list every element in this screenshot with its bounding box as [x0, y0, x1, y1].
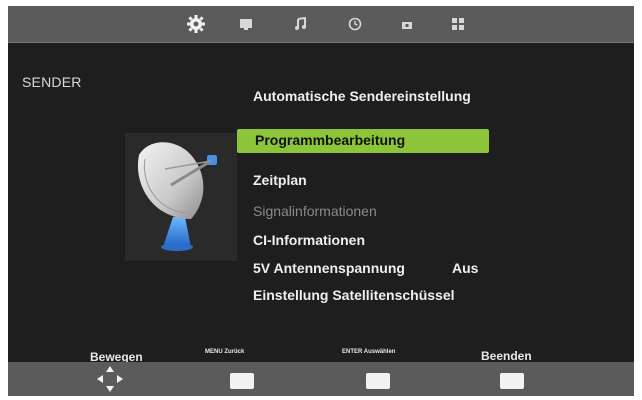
menu-item-schedule[interactable]: Zeitplan — [253, 172, 307, 188]
menu-item-dish-setup[interactable]: Einstellung Satellitenschüssel — [253, 287, 455, 303]
menu-button[interactable] — [230, 373, 254, 389]
clock-icon[interactable] — [345, 14, 365, 34]
tv-menu-screen: SENDER Automatische Sendereinstellung Pr… — [8, 6, 634, 396]
dpad-arrows-icon — [95, 364, 125, 394]
footer-bar — [8, 362, 634, 396]
grid-icon[interactable] — [448, 14, 468, 34]
menu-item-antenna-power[interactable]: 5V Antennenspannung — [253, 260, 405, 276]
select-hint: ENTER Auswählen — [342, 349, 396, 355]
menu-item-signal-info: Signalinformationen — [253, 203, 377, 219]
menu-tab-bar — [8, 6, 634, 43]
gear-icon[interactable] — [186, 14, 206, 34]
enter-button[interactable] — [366, 373, 390, 389]
menu-item-ci-info[interactable]: CI-Informationen — [253, 232, 365, 248]
satellite-dish-icon — [125, 133, 237, 261]
section-title: SENDER — [22, 74, 82, 90]
antenna-power-value: Aus — [452, 260, 479, 276]
back-hint: MENU Zurück — [205, 349, 245, 355]
exit-hint: Beenden — [481, 349, 532, 363]
lock-icon[interactable] — [397, 14, 417, 34]
music-note-icon[interactable] — [290, 14, 310, 34]
footer-hints: Bewegen MENU Zurück ENTER Auswählen Been… — [8, 344, 634, 364]
exit-button[interactable] — [500, 373, 524, 389]
menu-item-automatic-tuning[interactable]: Automatische Sendereinstellung — [253, 88, 471, 104]
menu-item-program-edit[interactable]: Programmbearbeitung — [237, 129, 489, 153]
monitor-icon[interactable] — [236, 14, 256, 34]
